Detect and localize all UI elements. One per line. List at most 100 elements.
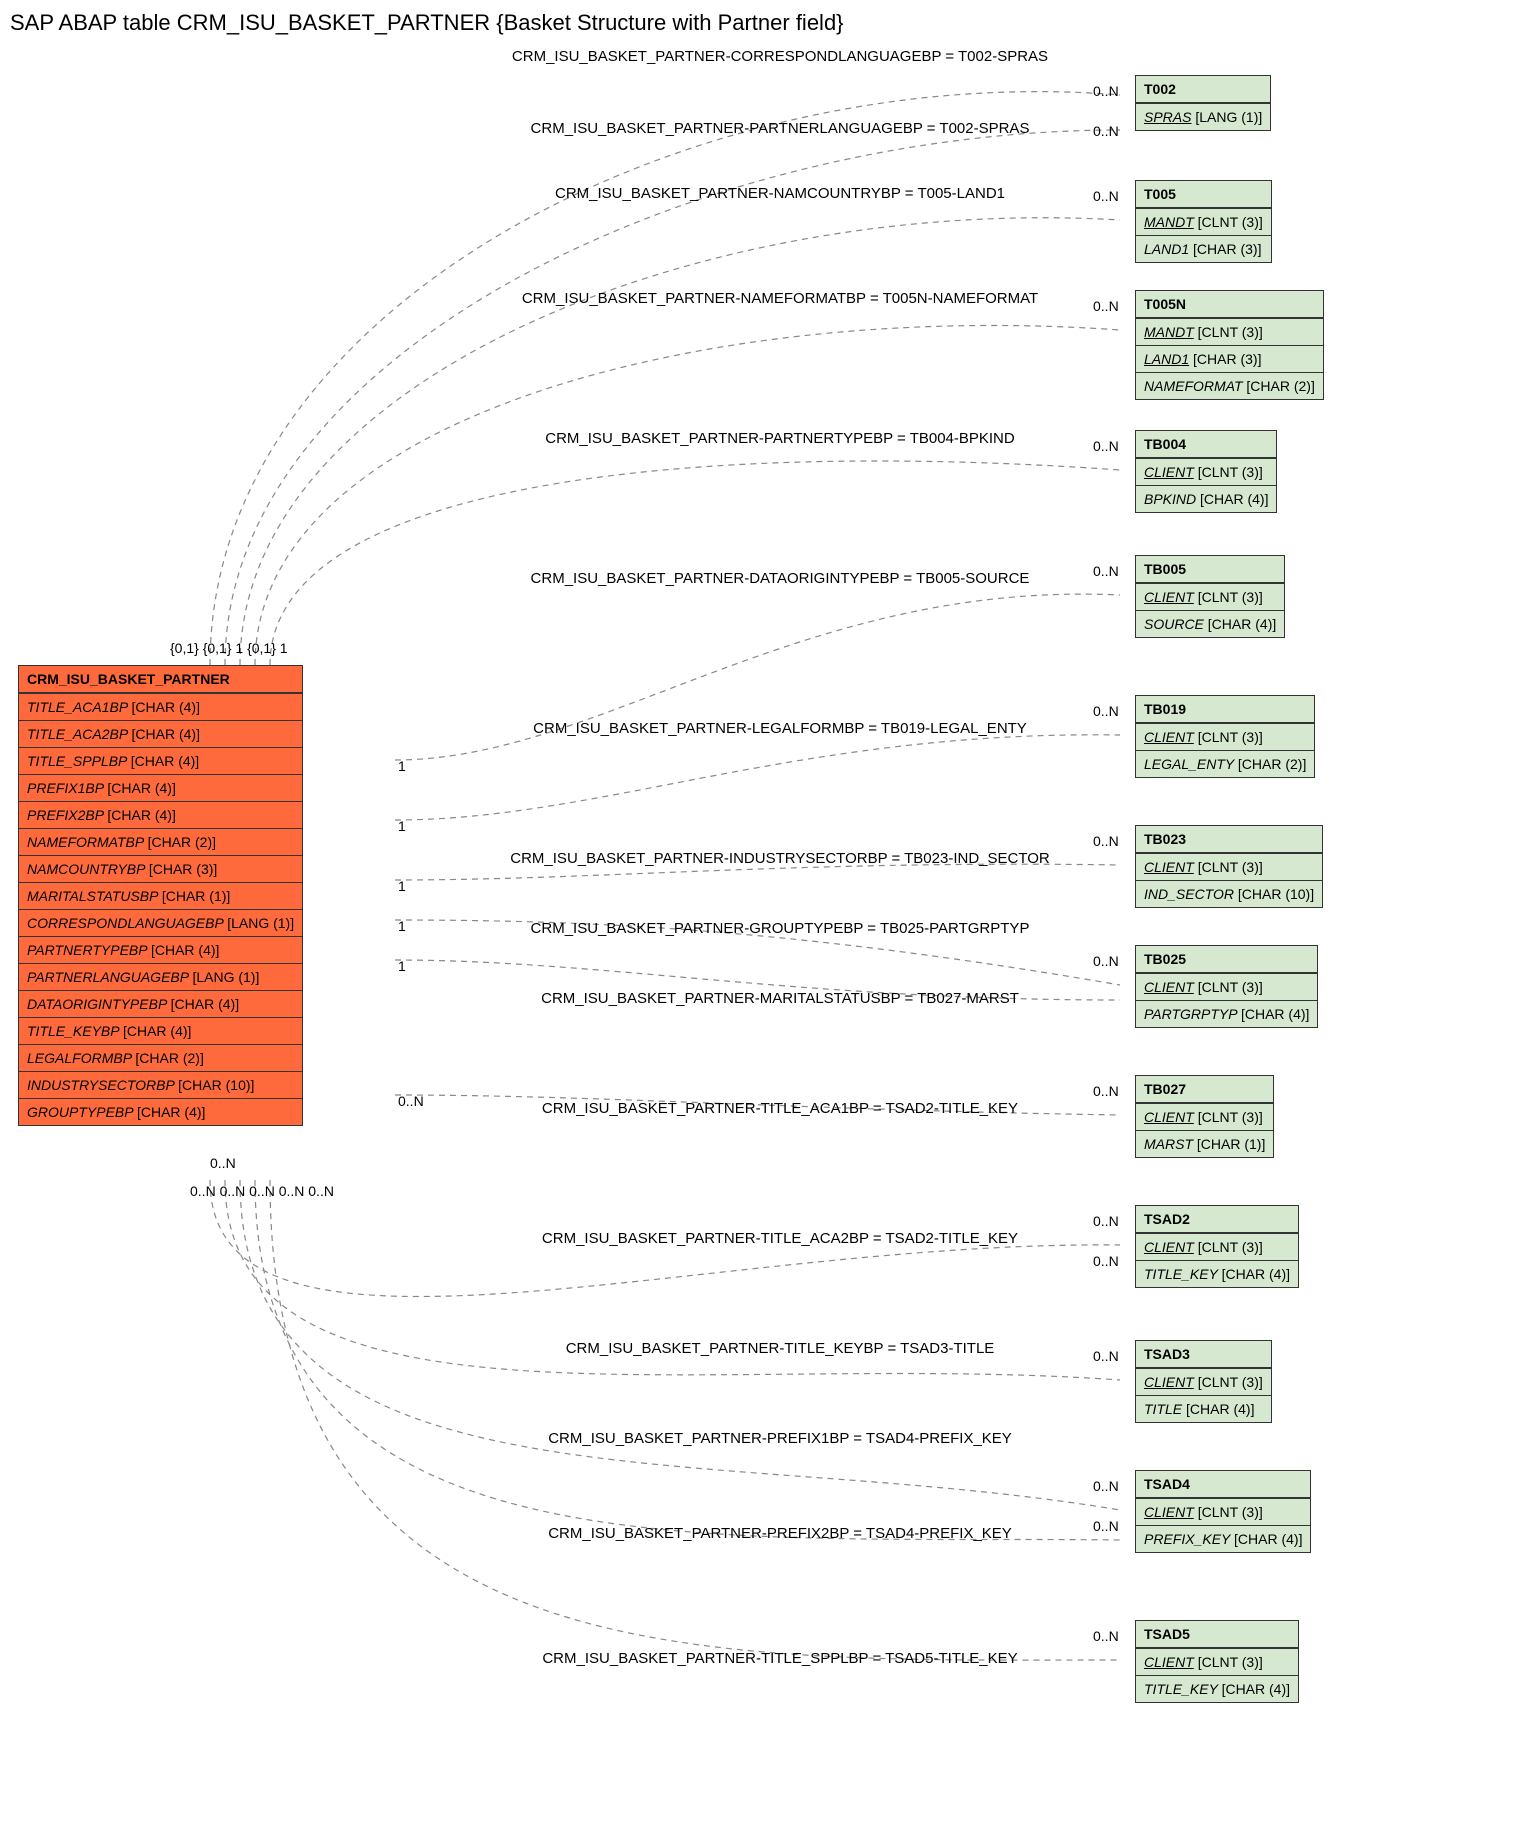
ref-field-row: LEGAL_ENTY [CHAR (2)] [1136, 750, 1314, 777]
ref-table: TB023CLIENT [CLNT (3)]IND_SECTOR [CHAR (… [1135, 825, 1323, 908]
main-field-row: TITLE_SPPLBP [CHAR (4)] [19, 747, 302, 774]
ref-table-box: TSAD2CLIENT [CLNT (3)]TITLE_KEY [CHAR (4… [1135, 1205, 1299, 1288]
ref-field-row: LAND1 [CHAR (3)] [1136, 345, 1323, 372]
main-field-row: CORRESPONDLANGUAGEBP [LANG (1)] [19, 909, 302, 936]
ref-cardinality: 0..N [1093, 563, 1119, 579]
ref-table-name: TB004 [1136, 431, 1276, 458]
main-field-row: MARITALSTATUSBP [CHAR (1)] [19, 882, 302, 909]
ref-table: T005NMANDT [CLNT (3)]LAND1 [CHAR (3)]NAM… [1135, 290, 1324, 400]
relation-label: CRM_ISU_BASKET_PARTNER-INDUSTRYSECTORBP … [450, 850, 1110, 867]
ref-table-name: T005 [1136, 181, 1271, 208]
ref-field-row: MARST [CHAR (1)] [1136, 1130, 1273, 1157]
main-table: CRM_ISU_BASKET_PARTNERTITLE_ACA1BP [CHAR… [18, 665, 303, 1126]
ref-field-row: TITLE_KEY [CHAR (4)] [1136, 1260, 1298, 1287]
ref-field-row: CLIENT [CLNT (3)] [1136, 853, 1322, 880]
ref-field-row: CLIENT [CLNT (3)] [1136, 1233, 1298, 1260]
ref-table-box: TB025CLIENT [CLNT (3)]PARTGRPTYP [CHAR (… [1135, 945, 1318, 1028]
ref-field-row: CLIENT [CLNT (3)] [1136, 458, 1276, 485]
relation-label: CRM_ISU_BASKET_PARTNER-MARITALSTATUSBP =… [450, 990, 1110, 1007]
ref-table: T005MANDT [CLNT (3)]LAND1 [CHAR (3)] [1135, 180, 1272, 263]
relation-label: CRM_ISU_BASKET_PARTNER-TITLE_KEYBP = TSA… [450, 1340, 1110, 1357]
ref-field-row: CLIENT [CLNT (3)] [1136, 1103, 1273, 1130]
ref-table-box: TSAD5CLIENT [CLNT (3)]TITLE_KEY [CHAR (4… [1135, 1620, 1299, 1703]
ref-table-name: T005N [1136, 291, 1323, 318]
main-field-row: PREFIX2BP [CHAR (4)] [19, 801, 302, 828]
relation-label: CRM_ISU_BASKET_PARTNER-PARTNERLANGUAGEBP… [450, 120, 1110, 137]
ref-cardinality: 0..N [1093, 1083, 1119, 1099]
ref-field-row: CLIENT [CLNT (3)] [1136, 1498, 1310, 1525]
ref-field-row: NAMEFORMAT [CHAR (2)] [1136, 372, 1323, 399]
main-field-row: TITLE_KEYBP [CHAR (4)] [19, 1017, 302, 1044]
ref-table: T002SPRAS [LANG (1)] [1135, 75, 1271, 131]
relation-label: CRM_ISU_BASKET_PARTNER-LEGALFORMBP = TB0… [450, 720, 1110, 737]
ref-table-name: TSAD2 [1136, 1206, 1298, 1233]
main-right-cardinality: 1 [398, 758, 406, 774]
diagram-canvas: SAP ABAP table CRM_ISU_BASKET_PARTNER {B… [0, 0, 1525, 1843]
main-bottom-cardinalities: 0..N 0..N 0..N 0..N 0..N [190, 1183, 334, 1199]
ref-table-name: TB027 [1136, 1076, 1273, 1103]
ref-field-row: LAND1 [CHAR (3)] [1136, 235, 1271, 262]
ref-field-row: CLIENT [CLNT (3)] [1136, 973, 1317, 1000]
ref-cardinality: 0..N [1093, 188, 1119, 204]
main-top-cardinalities: {0,1} {0,1} 1 {0,1} 1 [170, 640, 288, 656]
ref-table-name: TB019 [1136, 696, 1314, 723]
main-right-cardinality: 0..N [398, 1093, 424, 1109]
ref-table-name: TB005 [1136, 556, 1284, 583]
ref-table-box: T002SPRAS [LANG (1)] [1135, 75, 1271, 131]
ref-cardinality: 0..N [1093, 1348, 1119, 1364]
ref-table-box: TB027CLIENT [CLNT (3)]MARST [CHAR (1)] [1135, 1075, 1274, 1158]
ref-table: TSAD2CLIENT [CLNT (3)]TITLE_KEY [CHAR (4… [1135, 1205, 1299, 1288]
ref-cardinality: 0..N [1093, 123, 1119, 139]
ref-table: TSAD4CLIENT [CLNT (3)]PREFIX_KEY [CHAR (… [1135, 1470, 1311, 1553]
ref-field-row: SOURCE [CHAR (4)] [1136, 610, 1284, 637]
ref-field-row: BPKIND [CHAR (4)] [1136, 485, 1276, 512]
ref-table-box: TB023CLIENT [CLNT (3)]IND_SECTOR [CHAR (… [1135, 825, 1323, 908]
ref-table-box: TB005CLIENT [CLNT (3)]SOURCE [CHAR (4)] [1135, 555, 1285, 638]
main-field-row: TITLE_ACA2BP [CHAR (4)] [19, 720, 302, 747]
ref-table-name: TB025 [1136, 946, 1317, 973]
ref-table: TB004CLIENT [CLNT (3)]BPKIND [CHAR (4)] [1135, 430, 1277, 513]
relation-label: CRM_ISU_BASKET_PARTNER-GROUPTYPEBP = TB0… [450, 920, 1110, 937]
main-table-box: CRM_ISU_BASKET_PARTNERTITLE_ACA1BP [CHAR… [18, 665, 303, 1126]
main-field-row: INDUSTRYSECTORBP [CHAR (10)] [19, 1071, 302, 1098]
ref-table-box: T005NMANDT [CLNT (3)]LAND1 [CHAR (3)]NAM… [1135, 290, 1324, 400]
ref-table: TB005CLIENT [CLNT (3)]SOURCE [CHAR (4)] [1135, 555, 1285, 638]
relation-label: CRM_ISU_BASKET_PARTNER-PREFIX1BP = TSAD4… [450, 1430, 1110, 1447]
ref-table: TSAD3CLIENT [CLNT (3)]TITLE [CHAR (4)] [1135, 1340, 1272, 1423]
ref-table-name: TB023 [1136, 826, 1322, 853]
ref-cardinality: 0..N [1093, 1478, 1119, 1494]
ref-table: TB019CLIENT [CLNT (3)]LEGAL_ENTY [CHAR (… [1135, 695, 1315, 778]
relation-label: CRM_ISU_BASKET_PARTNER-TITLE_ACA1BP = TS… [450, 1100, 1110, 1117]
relation-label: CRM_ISU_BASKET_PARTNER-PARTNERTYPEBP = T… [450, 430, 1110, 447]
ref-table-box: T005MANDT [CLNT (3)]LAND1 [CHAR (3)] [1135, 180, 1272, 263]
main-field-row: PREFIX1BP [CHAR (4)] [19, 774, 302, 801]
ref-field-row: CLIENT [CLNT (3)] [1136, 583, 1284, 610]
ref-table-box: TSAD4CLIENT [CLNT (3)]PREFIX_KEY [CHAR (… [1135, 1470, 1311, 1553]
ref-cardinality: 0..N [1093, 298, 1119, 314]
ref-table-box: TB004CLIENT [CLNT (3)]BPKIND [CHAR (4)] [1135, 430, 1277, 513]
main-right-cardinality: 1 [398, 878, 406, 894]
ref-cardinality: 0..N [1093, 438, 1119, 454]
main-field-row: TITLE_ACA1BP [CHAR (4)] [19, 693, 302, 720]
page-title: SAP ABAP table CRM_ISU_BASKET_PARTNER {B… [10, 10, 844, 36]
relation-label: CRM_ISU_BASKET_PARTNER-CORRESPONDLANGUAG… [450, 48, 1110, 65]
ref-cardinality: 0..N [1093, 703, 1119, 719]
main-right-cardinality: 1 [398, 818, 406, 834]
ref-cardinality: 0..N [1093, 83, 1119, 99]
ref-table-name: T002 [1136, 76, 1270, 103]
ref-table-box: TB019CLIENT [CLNT (3)]LEGAL_ENTY [CHAR (… [1135, 695, 1315, 778]
main-right-cardinality: 1 [398, 918, 406, 934]
relation-label: CRM_ISU_BASKET_PARTNER-NAMCOUNTRYBP = T0… [450, 185, 1110, 202]
ref-field-row: PARTGRPTYP [CHAR (4)] [1136, 1000, 1317, 1027]
ref-table-name: TSAD3 [1136, 1341, 1271, 1368]
ref-table: TSAD5CLIENT [CLNT (3)]TITLE_KEY [CHAR (4… [1135, 1620, 1299, 1703]
main-overlay-cardinality: 0..N [210, 1155, 236, 1171]
ref-field-row: MANDT [CLNT (3)] [1136, 208, 1271, 235]
ref-table-name: TSAD4 [1136, 1471, 1310, 1498]
main-field-row: PARTNERTYPEBP [CHAR (4)] [19, 936, 302, 963]
ref-field-row: IND_SECTOR [CHAR (10)] [1136, 880, 1322, 907]
ref-field-row: PREFIX_KEY [CHAR (4)] [1136, 1525, 1310, 1552]
ref-table-box: TSAD3CLIENT [CLNT (3)]TITLE [CHAR (4)] [1135, 1340, 1272, 1423]
ref-field-row: MANDT [CLNT (3)] [1136, 318, 1323, 345]
ref-cardinality: 0..N [1093, 1253, 1119, 1269]
